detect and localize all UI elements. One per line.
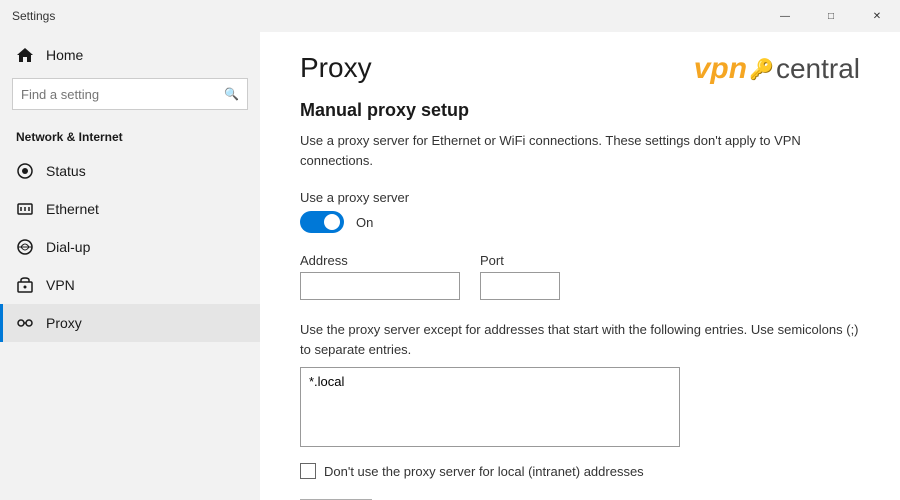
- address-field-group: Address: [300, 253, 460, 300]
- port-field-group: Port: [480, 253, 560, 300]
- sidebar: Home 🔍 Network & Internet Status: [0, 32, 260, 500]
- port-input[interactable]: [480, 272, 560, 300]
- titlebar-title: Settings: [12, 9, 55, 23]
- sidebar-item-label-vpn: VPN: [46, 277, 75, 293]
- toggle-row: On: [300, 211, 860, 233]
- proxy-icon: [16, 314, 34, 332]
- checkbox-row: Don't use the proxy server for local (in…: [300, 463, 860, 479]
- address-input[interactable]: [300, 272, 460, 300]
- sidebar-item-home[interactable]: Home: [0, 36, 260, 74]
- home-icon: [16, 46, 34, 64]
- address-label: Address: [300, 253, 460, 268]
- sidebar-item-dialup[interactable]: Dial-up: [0, 228, 260, 266]
- home-label: Home: [46, 47, 83, 63]
- sidebar-item-status[interactable]: Status: [0, 152, 260, 190]
- vpn-logo-vpn: vpn: [694, 52, 747, 86]
- vpn-logo-central: central: [776, 53, 860, 85]
- fields-row: Address Port: [300, 253, 860, 300]
- search-icon: 🔍: [224, 87, 239, 101]
- description: Use a proxy server for Ethernet or WiFi …: [300, 131, 860, 170]
- status-icon: [16, 162, 34, 180]
- minimize-button[interactable]: —: [762, 0, 808, 32]
- sidebar-item-label-status: Status: [46, 163, 86, 179]
- titlebar-controls: — □ ✕: [762, 0, 900, 32]
- maximize-button[interactable]: □: [808, 0, 854, 32]
- sidebar-category: Network & Internet: [0, 122, 260, 152]
- exceptions-description: Use the proxy server except for addresse…: [300, 320, 860, 359]
- sidebar-item-label-proxy: Proxy: [46, 315, 82, 331]
- titlebar: Settings — □ ✕: [0, 0, 900, 32]
- toggle-label: Use a proxy server: [300, 190, 860, 205]
- sidebar-item-label-ethernet: Ethernet: [46, 201, 99, 217]
- sidebar-item-ethernet[interactable]: Ethernet: [0, 190, 260, 228]
- sidebar-item-vpn[interactable]: VPN: [0, 266, 260, 304]
- section-title: Manual proxy setup: [300, 100, 860, 121]
- search-input[interactable]: [21, 87, 216, 102]
- vpn-logo-key-icon: 🔑: [749, 57, 774, 82]
- checkbox-label: Don't use the proxy server for local (in…: [324, 464, 644, 479]
- dialup-icon: [16, 238, 34, 256]
- content-area: vpn 🔑 central Proxy Manual proxy setup U…: [260, 32, 900, 500]
- close-button[interactable]: ✕: [854, 0, 900, 32]
- search-box[interactable]: 🔍: [12, 78, 248, 110]
- ethernet-icon: [16, 200, 34, 218]
- proxy-toggle[interactable]: [300, 211, 344, 233]
- main-layout: Home 🔍 Network & Internet Status: [0, 32, 900, 500]
- toggle-state-text: On: [356, 215, 373, 230]
- port-label: Port: [480, 253, 560, 268]
- vpn-nav-icon: [16, 276, 34, 294]
- vpn-logo: vpn 🔑 central: [694, 52, 860, 86]
- sidebar-item-label-dialup: Dial-up: [46, 239, 90, 255]
- local-intranet-checkbox[interactable]: [300, 463, 316, 479]
- sidebar-item-proxy[interactable]: Proxy: [0, 304, 260, 342]
- toggle-knob: [324, 214, 340, 230]
- exceptions-textarea[interactable]: *.local: [300, 367, 680, 447]
